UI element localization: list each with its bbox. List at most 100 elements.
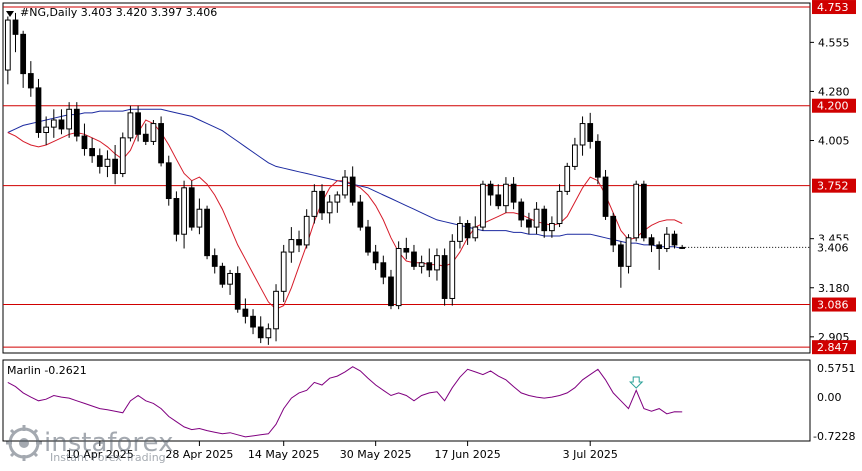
candle-body-down	[165, 162, 172, 200]
candle-body-up	[633, 183, 640, 239]
candle-body-down	[595, 140, 601, 178]
price-chart[interactable]: 4.5554.2804.0053.4553.1802.905 4.7534.20…	[0, 0, 862, 467]
candle-body-down	[648, 237, 655, 246]
symbol-header: #NG,Daily 3.403 3.420 3.397 3.406	[20, 6, 217, 19]
candle-body-down	[142, 133, 149, 142]
level-label-0: 4.753	[817, 1, 849, 14]
candle-body-down	[656, 244, 663, 249]
candle-body-down	[96, 155, 103, 167]
candle-body-down	[27, 73, 34, 89]
candle-19	[150, 120, 157, 145]
candle-body-up	[503, 183, 509, 207]
price-tick-label-2: 4.005	[818, 135, 850, 148]
candle-4	[35, 78, 42, 138]
indicator-level-zero: 0.00	[817, 391, 842, 404]
candle-body-down	[380, 262, 387, 278]
candle-30	[234, 266, 241, 313]
candle-body-down	[617, 244, 624, 267]
candle-body-up	[227, 272, 233, 285]
candle-body-down	[388, 276, 394, 307]
candle-body-down	[671, 233, 678, 246]
candle-20	[158, 116, 164, 167]
candle-body-up	[66, 108, 73, 130]
chart-background	[0, 0, 862, 467]
level-label-2: 3.752	[817, 180, 849, 193]
candle-78	[602, 169, 609, 220]
candle-body-up	[579, 123, 586, 146]
candle-body-down	[81, 135, 88, 150]
candle-body-up	[196, 208, 203, 228]
time-tick-label-2: 14 May 2025	[248, 448, 320, 461]
candle-22	[173, 191, 180, 242]
candle-body-down	[587, 123, 594, 142]
candle-body-down	[372, 251, 379, 264]
candle-body-down	[20, 33, 27, 75]
candle-62	[480, 180, 486, 231]
indicator-level-bottom: -0.7228	[813, 430, 855, 443]
candle-body-up	[395, 247, 402, 307]
candle-21	[165, 155, 172, 206]
candle-body-up	[50, 119, 57, 128]
candle-body-down	[234, 272, 241, 310]
level-label-3: 3.086	[817, 299, 849, 312]
candle-26	[204, 205, 210, 260]
candle-body-up	[449, 240, 456, 299]
candle-body-down	[135, 112, 141, 135]
candle-body-up	[4, 19, 11, 71]
last-price-label: 3.406	[817, 241, 849, 254]
candle-body-down	[89, 148, 95, 157]
candle-body-down	[411, 251, 417, 267]
candle-body-up	[549, 223, 555, 232]
instaforex-watermark: instaforex Instant Forex Trading	[4, 423, 173, 464]
candle-body-up	[119, 137, 126, 175]
candle-body-up	[625, 237, 632, 267]
candle-body-down	[526, 219, 532, 228]
candle-body-up	[342, 176, 348, 196]
candle-body-up	[564, 165, 571, 192]
candle-body-down	[188, 187, 195, 228]
candle-body-up	[288, 239, 295, 253]
candle-body-up	[326, 201, 333, 214]
candle-body-down	[403, 247, 410, 253]
watermark-tagline: Instant Forex Trading	[50, 451, 166, 464]
candle-body-down	[365, 226, 371, 253]
candle-83	[640, 180, 647, 242]
chart-window: 4.555 4.280 4.005 3.455 3.180 2.905 4.753 4.20…	[0, 0, 862, 467]
price-tick-label-0: 4.555	[818, 36, 850, 49]
candle-body-down	[12, 19, 19, 35]
candle-body-up	[533, 208, 540, 228]
candle-24	[188, 180, 195, 231]
time-tick-label-3: 30 May 2025	[340, 448, 412, 461]
candle-body-down	[211, 255, 218, 267]
candle-body-up	[303, 215, 310, 246]
price-tick-label-1: 4.280	[818, 85, 850, 98]
candle-body-down	[495, 194, 502, 207]
candle-body-up	[311, 190, 318, 217]
candle-58	[449, 234, 456, 306]
candle-body-down	[219, 265, 226, 285]
candle-body-up	[472, 226, 479, 239]
time-tick-label-4: 17 Jun 2025	[435, 448, 501, 461]
candle-body-down	[426, 262, 433, 271]
level-label-4: 2.847	[817, 341, 849, 354]
candle-body-up	[556, 190, 563, 225]
candle-body-up	[334, 194, 341, 203]
candle-body-down	[242, 308, 249, 317]
candle-body-down	[640, 183, 647, 239]
indicator-level-top: 0.5751	[817, 362, 856, 375]
candle-body-up	[572, 144, 578, 167]
candle-body-down	[35, 87, 42, 133]
candle-15	[119, 132, 126, 178]
candle-body-up	[663, 233, 670, 249]
candle-77	[595, 134, 601, 185]
time-tick-label-5: 3 Jul 2025	[563, 448, 618, 461]
level-label-1: 4.200	[817, 100, 849, 113]
candle-body-up	[273, 290, 279, 330]
candle-body-up	[104, 158, 111, 167]
candle-body-down	[602, 176, 609, 217]
candle-body-up	[418, 262, 425, 267]
instaforex-logo-icon	[6, 425, 42, 461]
candle-body-down	[158, 123, 164, 164]
candle-body-down	[250, 315, 256, 328]
candle-body-down	[73, 108, 80, 137]
